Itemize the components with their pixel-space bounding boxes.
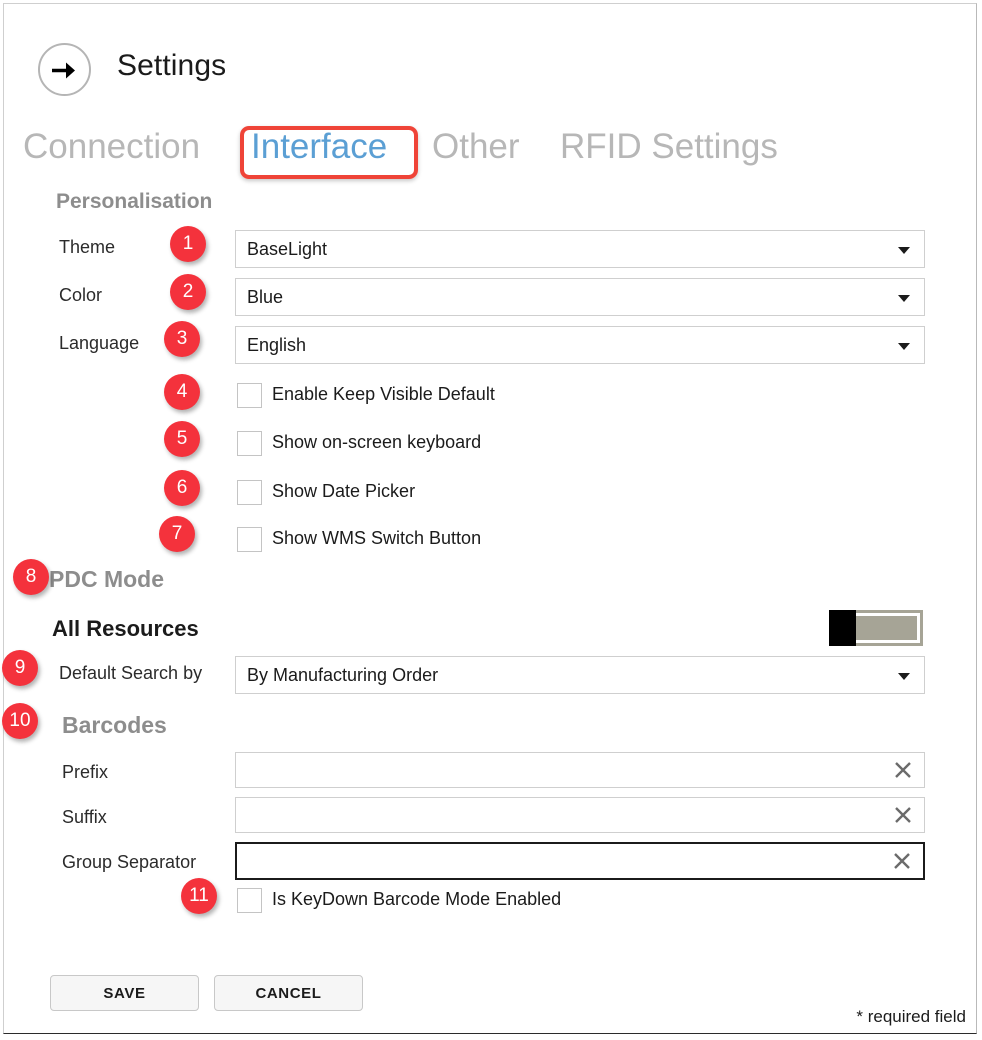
chevron-down-icon — [898, 295, 910, 302]
annotation-badge-7: 7 — [159, 516, 195, 552]
annotation-badge-2: 2 — [170, 274, 206, 310]
enable-keep-visible-default-label: Enable Keep Visible Default — [272, 384, 495, 405]
annotation-badge-10: 10 — [2, 703, 38, 739]
back-button[interactable] — [38, 43, 91, 96]
pdc-mode-section: PDC Mode — [49, 566, 164, 593]
annotation-badge-8: 8 — [13, 559, 49, 595]
annotation-badge-3: 3 — [164, 321, 200, 357]
default-search-by-combo[interactable]: By Manufacturing Order — [235, 656, 925, 694]
arrow-right-circle-icon — [51, 58, 80, 83]
show-date-picker-label: Show Date Picker — [272, 481, 415, 502]
prefix-label: Prefix — [62, 762, 108, 783]
tab-rfid-settings[interactable]: RFID Settings — [560, 122, 778, 172]
clear-icon[interactable] — [891, 850, 913, 872]
annotation-badge-5: 5 — [164, 421, 200, 457]
annotation-badge-1: 1 — [170, 226, 206, 262]
group-separator-label: Group Separator — [62, 852, 196, 873]
is-keydown-barcode-mode-enabled-label: Is KeyDown Barcode Mode Enabled — [272, 889, 561, 910]
save-button[interactable]: SAVE — [50, 975, 199, 1011]
tab-other[interactable]: Other — [432, 122, 520, 172]
show-date-picker-checkbox[interactable] — [237, 480, 262, 505]
language-value: English — [247, 335, 306, 356]
all-resources-section: All Resources — [52, 616, 199, 642]
default-search-by-label: Default Search by — [59, 663, 202, 684]
annotation-badge-9: 9 — [2, 650, 38, 686]
tab-interface[interactable]: Interface — [251, 122, 387, 172]
suffix-input[interactable] — [245, 798, 879, 834]
chevron-down-icon — [898, 673, 910, 680]
theme-combo[interactable]: BaseLight — [235, 230, 925, 268]
window-header: Settings — [4, 4, 976, 112]
suffix-field[interactable] — [235, 797, 925, 833]
chevron-down-icon — [898, 343, 910, 350]
prefix-input[interactable] — [245, 753, 879, 789]
show-on-screen-keyboard-checkbox[interactable] — [237, 431, 262, 456]
suffix-label: Suffix — [62, 807, 107, 828]
color-combo[interactable]: Blue — [235, 278, 925, 316]
pdc-mode-toggle[interactable] — [829, 610, 923, 646]
chevron-down-icon — [898, 247, 910, 254]
is-keydown-barcode-mode-enabled-checkbox[interactable] — [237, 888, 262, 913]
tab-connection[interactable]: Connection — [23, 122, 200, 172]
language-combo[interactable]: English — [235, 326, 925, 364]
barcodes-section: Barcodes — [62, 712, 167, 739]
clear-icon[interactable] — [892, 804, 914, 826]
group-separator-input[interactable] — [246, 844, 880, 880]
page-title: Settings — [117, 49, 226, 83]
annotation-badge-6: 6 — [164, 470, 200, 506]
cancel-button[interactable]: CANCEL — [214, 975, 363, 1011]
enable-keep-visible-default-checkbox[interactable] — [237, 383, 262, 408]
annotation-badge-11: 11 — [181, 878, 217, 914]
theme-label: Theme — [59, 237, 115, 258]
required-field-note: * required field — [856, 1007, 966, 1027]
default-search-by-value: By Manufacturing Order — [247, 665, 438, 686]
color-label: Color — [59, 285, 102, 306]
annotation-badge-4: 4 — [164, 374, 200, 410]
toggle-thumb — [829, 610, 856, 646]
show-on-screen-keyboard-label: Show on-screen keyboard — [272, 432, 481, 453]
tab-bar: Connection Interface Other RFID Settings — [4, 122, 976, 184]
show-wms-switch-button-label: Show WMS Switch Button — [272, 528, 481, 549]
section-personalisation: Personalisation — [56, 190, 212, 214]
color-value: Blue — [247, 287, 283, 308]
clear-icon[interactable] — [892, 759, 914, 781]
settings-window: Settings Connection Interface Other RFID… — [3, 3, 977, 1034]
group-separator-field[interactable] — [235, 842, 925, 880]
theme-value: BaseLight — [247, 239, 327, 260]
show-wms-switch-button-checkbox[interactable] — [237, 527, 262, 552]
language-label: Language — [59, 333, 139, 354]
prefix-field[interactable] — [235, 752, 925, 788]
